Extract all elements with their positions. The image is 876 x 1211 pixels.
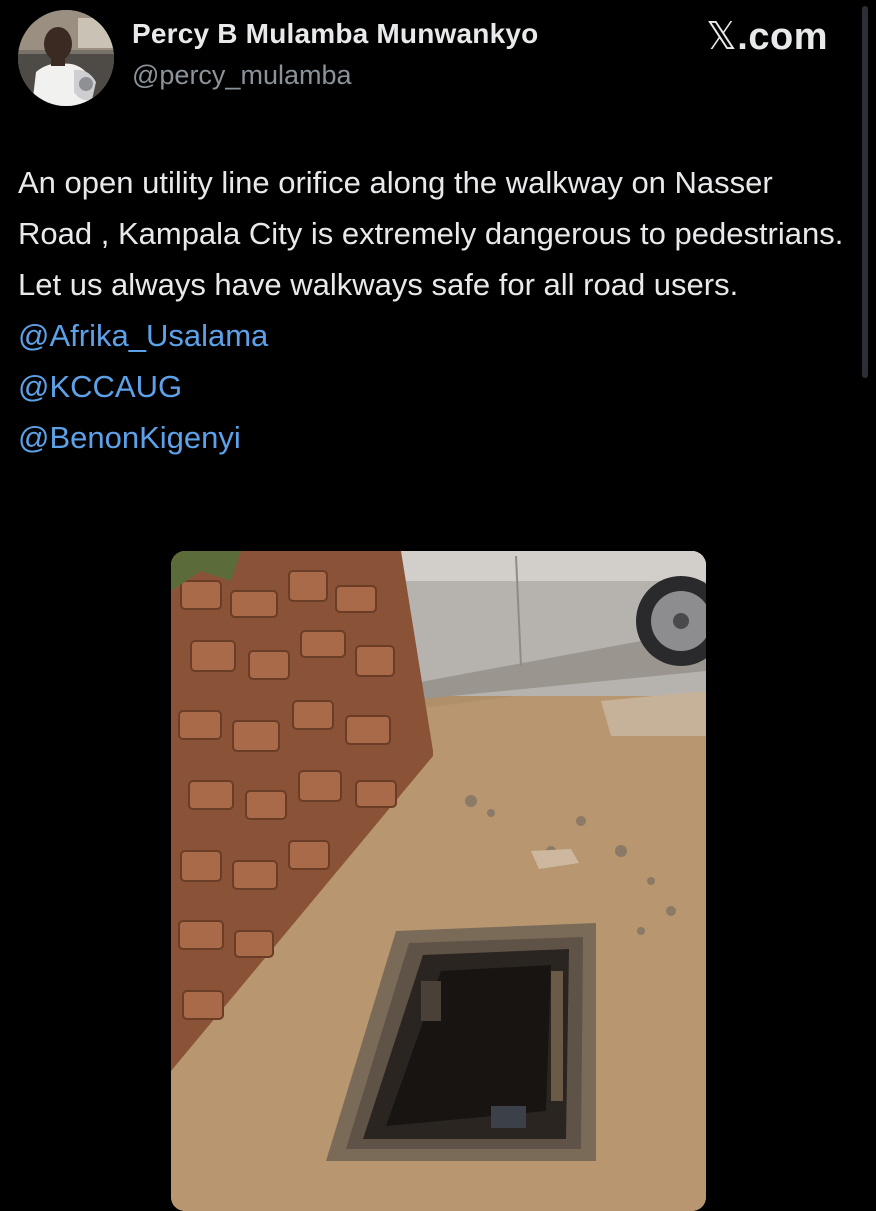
x-logo-icon: 𝕏 (706, 14, 738, 58)
tweet-text: An open utility line orifice along the w… (18, 165, 844, 302)
scrollbar[interactable] (862, 6, 868, 378)
mention-link[interactable]: @Afrika_Usalama (18, 310, 848, 361)
avatar[interactable] (18, 10, 114, 106)
tweet-photo[interactable] (171, 551, 706, 1211)
author-handle[interactable]: @percy_mulamba (132, 60, 352, 91)
mention-link[interactable]: @KCCAUG (18, 361, 848, 412)
brand-watermark: 𝕏.com (706, 14, 828, 59)
mention-link[interactable]: @BenonKigenyi (18, 412, 848, 463)
open-utility-hole-photo (171, 551, 706, 1211)
author-display-name[interactable]: Percy B Mulamba Munwankyo (132, 18, 538, 50)
brand-domain-label: .com (737, 16, 828, 58)
tweet-body: An open utility line orifice along the w… (18, 157, 848, 463)
avatar-photo (18, 10, 114, 106)
tweet-header: Percy B Mulamba Munwankyo @percy_mulamba… (18, 10, 858, 110)
